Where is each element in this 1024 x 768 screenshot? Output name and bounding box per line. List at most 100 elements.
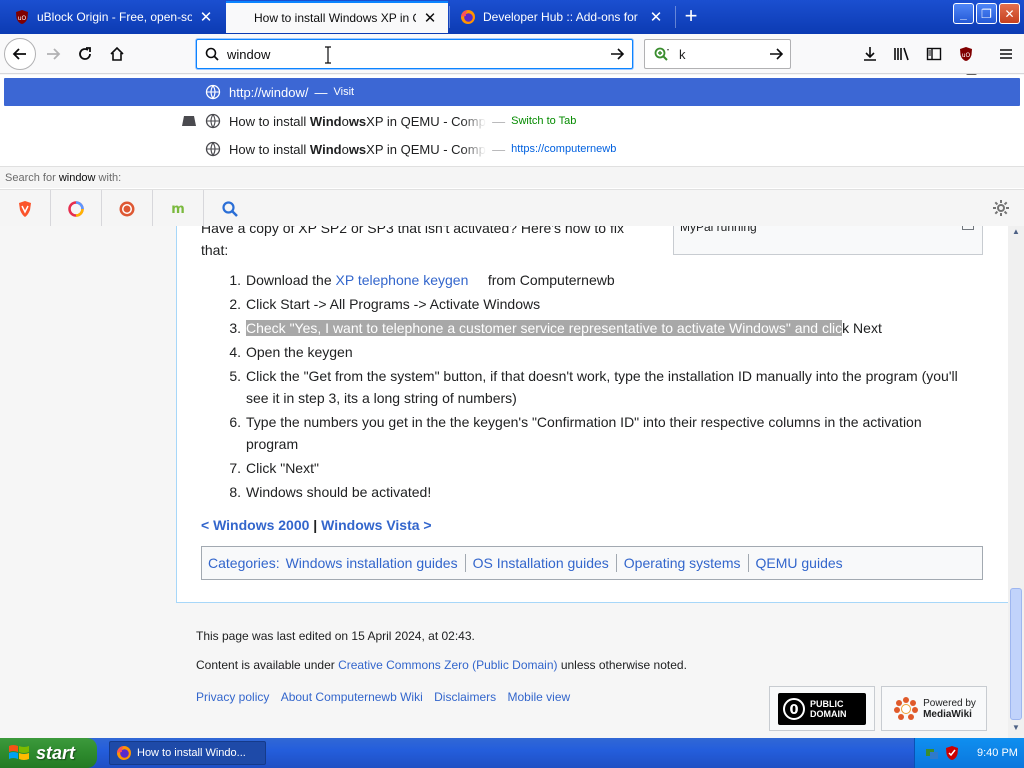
suggestion-history-url[interactable]: How to install Windows XP in QEMU - Comp… (0, 135, 1024, 163)
globe-icon (205, 141, 221, 157)
public-domain-icon: 0 (783, 697, 805, 720)
list-item: 3. Check "Yes, I want to telephone a cus… (229, 320, 882, 336)
list-item: 6. Type the numbers you get in the the k… (229, 414, 922, 452)
about-link[interactable]: About Computernewb Wiki (281, 690, 423, 704)
forward-button[interactable] (37, 38, 69, 70)
duckduckgo-engine-icon[interactable] (102, 190, 153, 227)
library-icon[interactable] (892, 44, 912, 64)
list-item: 1. Download the XP telephone keygen from… (229, 272, 615, 288)
suggestion-action: https://computernewb (511, 143, 617, 155)
keygen-link[interactable]: XP telephone keygen (336, 272, 469, 288)
url-bar[interactable]: window (196, 39, 633, 69)
search-engine-icon[interactable] (645, 46, 679, 62)
minimize-button[interactable]: _ (953, 3, 974, 24)
list-item: 2. Click Start -> All Programs -> Activa… (229, 296, 541, 312)
tab-windows-xp[interactable]: How to install Windows XP in QEM ✕ (226, 1, 448, 33)
vertical-scrollbar[interactable]: ▲ ▼ (1008, 226, 1024, 738)
category-qemu-guides[interactable]: QEMU guides (756, 555, 843, 571)
prev-next-navigation: < Windows 2000 | Windows Vista > (201, 517, 432, 533)
ublock-toolbar-icon[interactable]: uO (956, 44, 976, 64)
list-item: 8. Windows should be activated! (229, 484, 432, 500)
mobile-view-link[interactable]: Mobile view (507, 690, 570, 704)
search-engine-magnifier-icon[interactable] (204, 190, 255, 227)
category-windows-installation-guides[interactable]: Windows installation guides (286, 555, 458, 571)
gear-icon[interactable] (992, 199, 1010, 220)
suggestion-action: Visit (333, 86, 355, 98)
window-controls: _ ❐ ✕ (953, 3, 1020, 24)
url-input[interactable]: window (227, 47, 602, 62)
tab-divider (449, 6, 450, 28)
navigation-toolbar: window k uO 2 (0, 34, 1024, 85)
close-icon[interactable]: ✕ (648, 8, 664, 26)
globe-icon (205, 113, 221, 129)
network-icon[interactable] (924, 745, 940, 761)
category-separator (747, 554, 749, 572)
suggestion-switch-to-tab[interactable]: How to install Windows XP in QEMU - Comp… (0, 107, 1024, 135)
suggestion-visit-url[interactable]: http://window/ — Visit (4, 78, 1020, 106)
disclaimers-link[interactable]: Disclaimers (434, 690, 496, 704)
selected-text: Check "Yes, I want to telephone a custom… (246, 320, 843, 336)
tab-ublock[interactable]: uO uBlock Origin - Free, open-source ✕ (4, 1, 224, 33)
brave-search-engine-icon[interactable] (0, 190, 51, 227)
svg-text:0: 0 (789, 703, 798, 718)
prev-link-windows-2000[interactable]: < Windows 2000 (201, 517, 309, 533)
scroll-down-arrow-icon[interactable]: ▼ (1009, 723, 1023, 737)
qwant-engine-icon[interactable] (51, 190, 102, 227)
sidebar-icon[interactable] (924, 44, 944, 64)
mojeek-engine-icon[interactable]: m (153, 190, 204, 227)
start-button[interactable]: start (0, 738, 97, 768)
footer-links: Privacy policy About Computernewb Wiki D… (196, 690, 570, 704)
enlarge-icon[interactable] (962, 226, 974, 230)
scroll-up-arrow-icon[interactable]: ▲ (1009, 227, 1023, 241)
tab-divider (675, 6, 676, 28)
svg-text:m: m (171, 202, 185, 217)
taskbar: start How to install Windo... 9:40 PM (0, 738, 1024, 768)
reload-button[interactable] (69, 38, 101, 70)
mediawiki-badge[interactable]: Powered by MediaWiki (881, 686, 987, 731)
category-separator (464, 554, 466, 572)
firefox-icon (117, 746, 131, 760)
suggestion-title: How to install Windows XP in QEMU - Comp… (229, 113, 487, 129)
intro-paragraph: Have a copy of XP SP2 or SP3 that isn't … (201, 226, 624, 258)
svg-text:uO: uO (962, 52, 971, 59)
suggestion-title: How to install Windows XP in QEMU - Comp… (229, 141, 487, 157)
category-separator (615, 554, 617, 572)
clock[interactable]: 9:40 PM (977, 747, 1018, 759)
scrollbar-thumb[interactable] (1010, 588, 1022, 720)
maximize-button[interactable]: ❐ (976, 3, 997, 24)
close-icon[interactable]: ✕ (422, 9, 438, 27)
taskbar-item-label: How to install Windo... (137, 747, 246, 759)
search-bar[interactable]: k (644, 39, 791, 69)
category-links: Categories: Windows installation guides … (201, 546, 983, 580)
category-os-installation-guides[interactable]: OS Installation guides (473, 555, 609, 571)
tab-developer-hub[interactable]: Developer Hub :: Add-ons for Fire ✕ (450, 1, 674, 33)
search-input[interactable]: k (679, 47, 762, 62)
article-body: Have a copy of XP SP2 or SP3 that isn't … (176, 226, 1008, 603)
categories-label-link[interactable]: Categories (208, 555, 276, 571)
taskbar-item-firefox[interactable]: How to install Windo... (109, 741, 266, 765)
new-tab-button[interactable]: + (678, 4, 704, 30)
ublock-icon: uO (16, 10, 28, 24)
globe-icon (205, 84, 221, 100)
security-shield-icon[interactable] (944, 745, 960, 761)
search-go-arrow-icon[interactable] (762, 46, 790, 62)
close-icon[interactable]: ✕ (198, 8, 214, 26)
search-icon (197, 47, 227, 61)
last-edited-text: This page was last edited on 15 April 20… (196, 629, 475, 643)
tab-title: How to install Windows XP in QEM (254, 11, 416, 25)
close-window-button[interactable]: ✕ (999, 3, 1020, 24)
public-domain-badge[interactable]: 0 PUBLIC DOMAIN (769, 686, 875, 731)
next-link-windows-vista[interactable]: Windows Vista > (321, 517, 431, 533)
instructions-list: 1. Download the XP telephone keygen from… (217, 269, 977, 505)
category-operating-systems[interactable]: Operating systems (624, 555, 741, 571)
thumbnail[interactable]: MyPal running (673, 226, 983, 255)
downloads-icon[interactable] (860, 44, 880, 64)
tab-indicator-icon (182, 116, 196, 126)
menu-icon[interactable] (996, 44, 1016, 64)
suggestion-url: http://window/ (229, 84, 309, 100)
license-link[interactable]: Creative Commons Zero (Public Domain) (338, 658, 557, 672)
back-button[interactable] (4, 38, 36, 70)
privacy-policy-link[interactable]: Privacy policy (196, 690, 269, 704)
home-button[interactable] (101, 38, 133, 70)
go-arrow-icon[interactable] (602, 46, 632, 62)
